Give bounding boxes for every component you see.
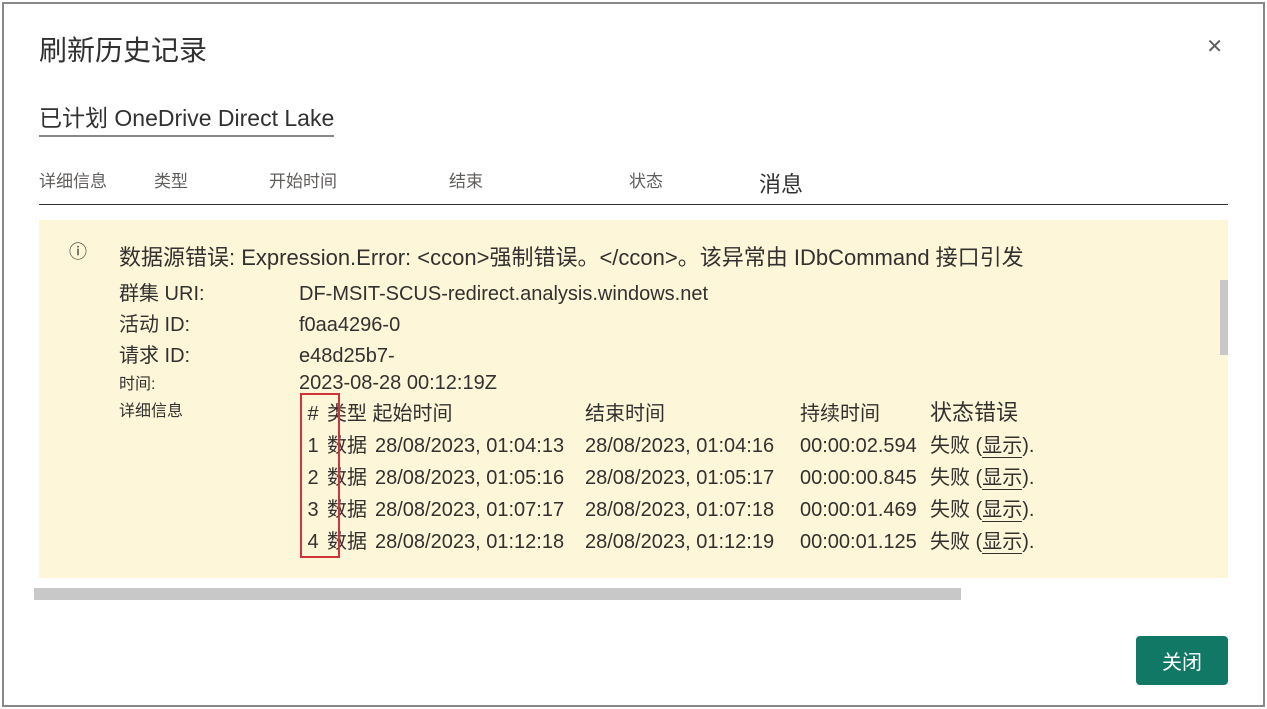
show-link[interactable]: 显示: [982, 499, 1022, 522]
col-details: 详细信息: [39, 167, 154, 199]
cell-status: 失败 (显示).: [930, 526, 1034, 558]
value-cluster-uri: DF-MSIT-SCUS-redirect.analysis.windows.n…: [299, 283, 708, 306]
cell-duration: 00:00:01.125: [800, 526, 930, 558]
cell-type: 数据: [327, 526, 375, 558]
show-link[interactable]: 显示: [982, 531, 1022, 554]
detail-row: 4 数据 28/08/2023, 01:12:18 28/08/2023, 01…: [299, 526, 1203, 558]
cell-start: 28/08/2023, 01:04:13: [375, 430, 585, 462]
close-button[interactable]: 关闭: [1136, 636, 1228, 685]
dialog-title: 刷新历史记录: [39, 29, 1228, 69]
detail-row: 3 数据 28/08/2023, 01:07:17 28/08/2023, 01…: [299, 494, 1203, 526]
detail-body: # 类型 起始时间 结束时间 持续时间 状态错误 1 数据 28/08/2023…: [299, 397, 1203, 558]
cell-type: 数据: [327, 462, 375, 494]
info-icon: ⓘ: [69, 238, 87, 264]
cell-duration: 00:00:02.594: [800, 430, 930, 462]
head-status-error: 状态错误: [930, 397, 1018, 429]
head-end: 结束时间: [585, 398, 800, 430]
cell-start: 28/08/2023, 01:12:18: [375, 526, 585, 558]
cell-type: 数据: [327, 494, 375, 526]
cell-end: 28/08/2023, 01:05:17: [585, 462, 800, 494]
refresh-history-dialog: 刷新历史记录 ✕ 已计划 OneDrive Direct Lake 详细信息 类…: [2, 2, 1265, 707]
cell-start: 28/08/2023, 01:07:17: [375, 494, 585, 526]
value-time: 2023-08-28 00:12:19Z: [299, 372, 497, 395]
head-type-start: 类型 起始时间: [327, 398, 585, 430]
col-start: 开始时间: [269, 167, 449, 199]
cell-type: 数据: [327, 430, 375, 462]
label-request-id: 请求 ID:: [119, 339, 299, 368]
columns-header: 详细信息 类型 开始时间 结束 状态 消息: [39, 167, 1228, 205]
cell-end: 28/08/2023, 01:04:16: [585, 430, 800, 462]
cell-status: 失败 (显示).: [930, 494, 1034, 526]
cell-status: 失败 (显示).: [930, 430, 1034, 462]
head-num: #: [299, 398, 327, 430]
error-panel: ⓘ 数据源错误: Expression.Error: <ccon>强制错误。</…: [39, 220, 1228, 578]
dialog-subtitle: 已计划 OneDrive Direct Lake: [39, 99, 334, 137]
label-activity-id: 活动 ID:: [119, 308, 299, 337]
cell-status: 失败 (显示).: [930, 462, 1034, 494]
close-icon[interactable]: ✕: [1206, 34, 1223, 59]
cell-num: 2: [299, 462, 327, 494]
detail-row: 1 数据 28/08/2023, 01:04:13 28/08/2023, 01…: [299, 430, 1203, 462]
label-details: 详细信息: [119, 397, 299, 421]
col-status: 状态: [629, 167, 759, 199]
col-type: 类型: [154, 167, 269, 199]
detail-row: 2 数据 28/08/2023, 01:05:16 28/08/2023, 01…: [299, 462, 1203, 494]
cell-num: 4: [299, 526, 327, 558]
show-link[interactable]: 显示: [982, 435, 1022, 458]
label-cluster-uri: 群集 URI:: [119, 277, 299, 306]
value-request-id: e48d25b7-: [299, 345, 395, 368]
horizontal-scrollbar[interactable]: [34, 588, 961, 600]
cell-num: 3: [299, 494, 327, 526]
cell-duration: 00:00:00.845: [800, 462, 930, 494]
col-message: 消息: [759, 167, 803, 199]
cell-end: 28/08/2023, 01:12:19: [585, 526, 800, 558]
col-end: 结束: [449, 167, 629, 199]
cell-duration: 00:00:01.469: [800, 494, 930, 526]
detail-header-row: # 类型 起始时间 结束时间 持续时间 状态错误: [299, 397, 1203, 430]
show-link[interactable]: 显示: [982, 467, 1022, 490]
error-message: 数据源错误: Expression.Error: <ccon>强制错误。</cc…: [119, 240, 1203, 272]
value-activity-id: f0aa4296-0: [299, 314, 400, 337]
cell-num: 1: [299, 430, 327, 462]
vertical-scroll-hint[interactable]: [1220, 280, 1228, 355]
label-time: 时间:: [119, 370, 299, 394]
cell-start: 28/08/2023, 01:05:16: [375, 462, 585, 494]
cell-end: 28/08/2023, 01:07:18: [585, 494, 800, 526]
head-duration: 持续时间: [800, 398, 930, 430]
